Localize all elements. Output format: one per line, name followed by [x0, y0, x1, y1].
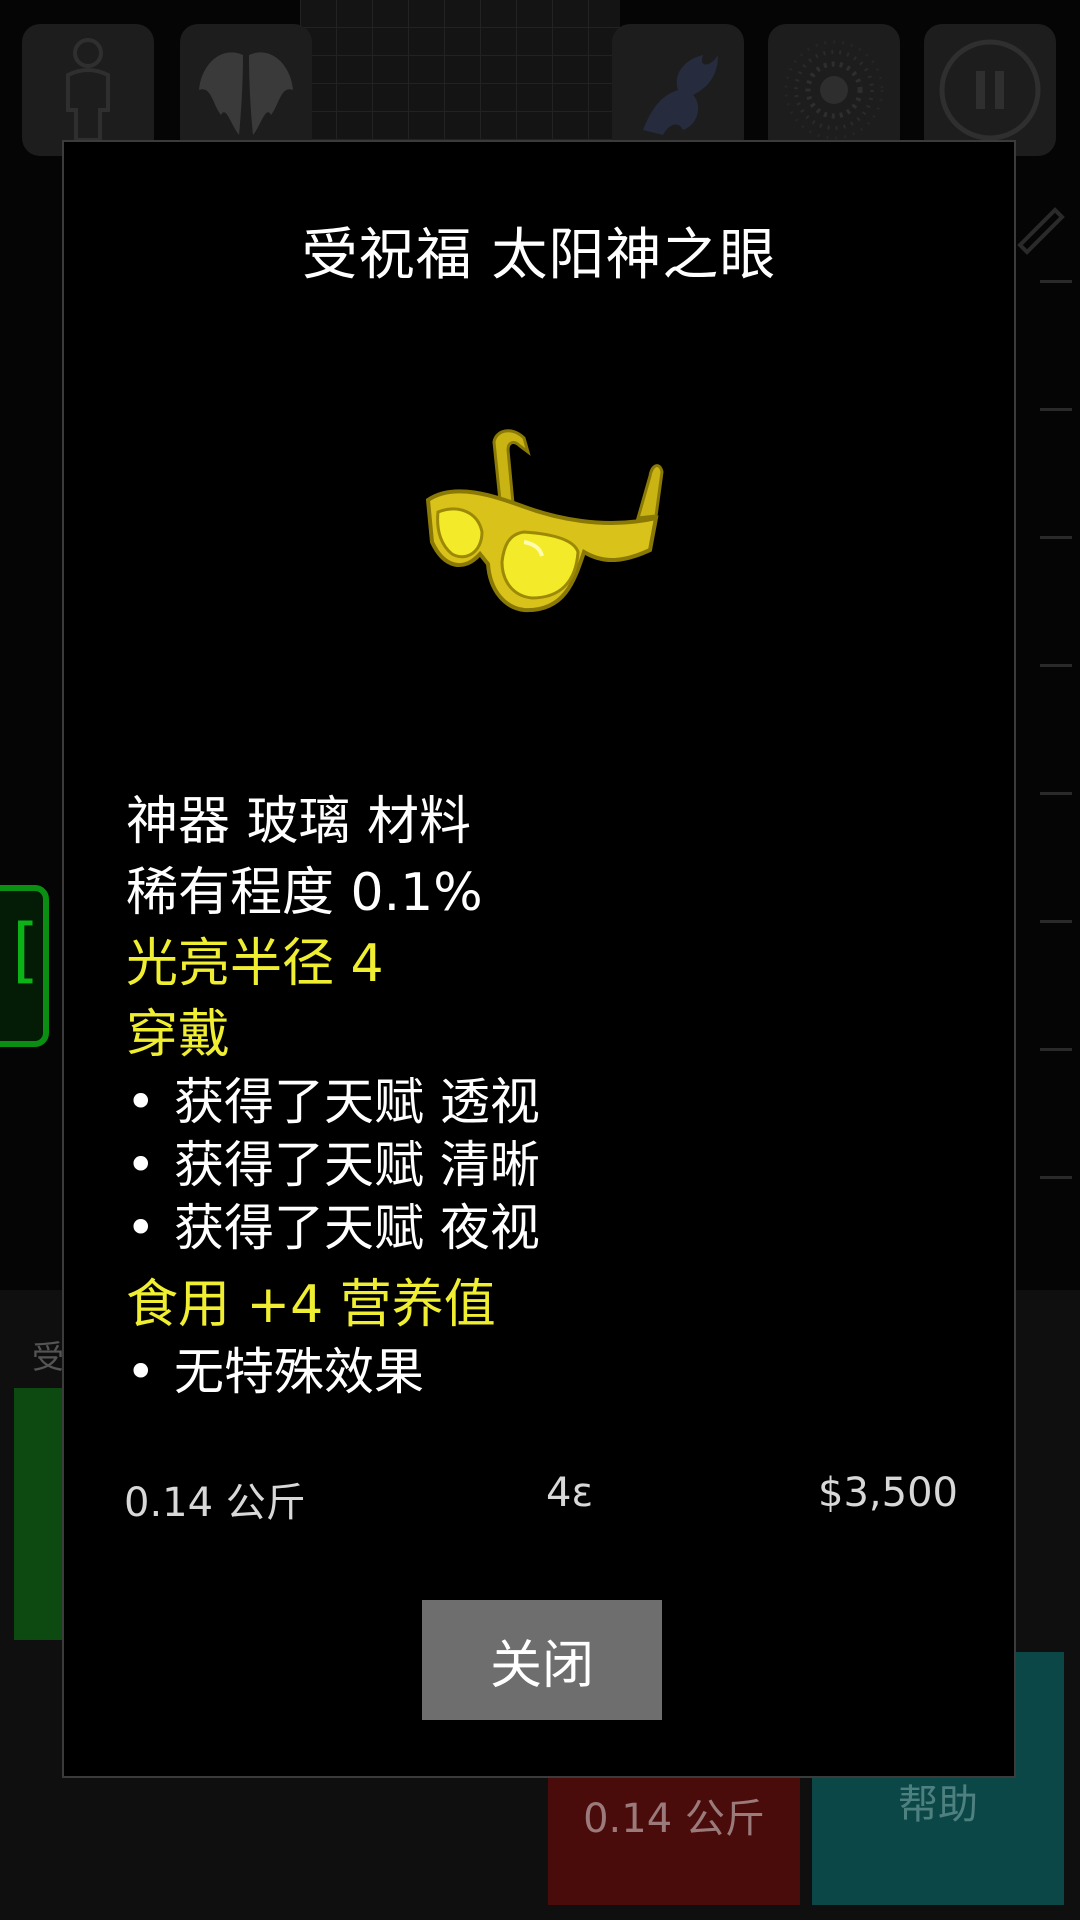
bullet: •: [126, 1199, 156, 1257]
person-icon: [66, 38, 110, 142]
bullet: •: [126, 1343, 156, 1401]
item-title: 受祝福 太阳神之眼: [301, 223, 777, 288]
pause-button[interactable]: [924, 24, 1056, 156]
dungeon-wall: [300, 0, 620, 140]
side-divider: [1040, 1048, 1072, 1051]
side-strip: [1040, 150, 1080, 1290]
top-bar: [0, 0, 1080, 156]
side-divider: [1040, 792, 1072, 795]
wear-effect: • 获得了天赋 清晰: [126, 1134, 946, 1197]
pause-icon: [939, 39, 1041, 141]
eat-effect: • 无特殊效果: [126, 1341, 946, 1404]
wear-effect: • 获得了天赋 夜视: [126, 1197, 946, 1260]
item-weight: 0.14 公斤: [124, 1480, 306, 1526]
light-radius-line: 光亮半径 4: [126, 934, 384, 994]
bracket-icon: [: [12, 909, 40, 991]
item-stats: 0.14 公斤 4ε $3,500: [124, 1470, 958, 1530]
rarity-line: 稀有程度 0.1%: [126, 863, 483, 923]
close-button[interactable]: 关闭: [422, 1600, 662, 1720]
side-divider: [1040, 536, 1072, 539]
item-price: $3,500: [818, 1470, 958, 1516]
wear-header: 穿戴: [126, 1005, 231, 1065]
wings-button[interactable]: [180, 24, 312, 156]
radial-dots-icon: [784, 40, 884, 140]
spell-button[interactable]: [768, 24, 900, 156]
item-info: 神器 玻璃 材料 稀有程度 0.1% 光亮半径 4 穿戴 • 获得了天赋 透视 •…: [126, 787, 946, 1404]
bullet: •: [126, 1136, 156, 1194]
bullet: •: [126, 1073, 156, 1131]
eat-header: 食用 +4 营养值: [126, 1275, 496, 1335]
wear-effect: • 获得了天赋 透视: [126, 1071, 946, 1134]
wear-effect-text: 获得了天赋 透视: [174, 1073, 540, 1131]
side-divider: [1040, 280, 1072, 283]
side-divider: [1040, 408, 1072, 411]
dragon-icon: [643, 55, 718, 135]
wings-icon: [199, 52, 293, 136]
wear-effect-text: 获得了天赋 清晰: [174, 1136, 540, 1194]
character-button[interactable]: [22, 24, 154, 156]
weight-tile-label: 0.14 公斤: [583, 1796, 765, 1842]
item-dialog: 受祝福 太阳神之眼 神器 玻璃 材料 稀有程度 0.1% 光亮半径 4 穿戴 •…: [62, 140, 1016, 1778]
side-divider: [1040, 1176, 1072, 1179]
help-tile-label: 帮助: [898, 1782, 978, 1828]
bottom-label: 受: [32, 1338, 65, 1376]
sunglasses-icon: [425, 429, 664, 613]
dragon-button[interactable]: [612, 24, 744, 156]
eat-effect-text: 无特殊效果: [174, 1343, 424, 1401]
side-divider: [1040, 664, 1072, 667]
side-divider: [1040, 920, 1072, 923]
category-line: 神器 玻璃 材料: [126, 792, 472, 852]
item-size: 4ε: [546, 1470, 594, 1516]
wear-effect-text: 获得了天赋 夜视: [174, 1199, 540, 1257]
